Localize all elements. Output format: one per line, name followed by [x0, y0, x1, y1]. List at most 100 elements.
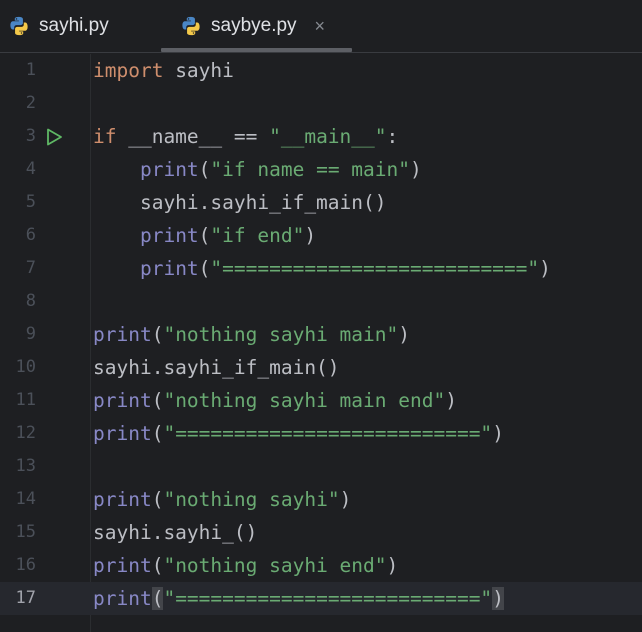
line-number: 12 [15, 423, 36, 443]
line-number: 8 [25, 291, 36, 311]
line-number: 2 [25, 93, 36, 113]
builtin-token: print [93, 422, 152, 445]
string-token: "if end" [210, 224, 305, 247]
python-icon [182, 16, 200, 36]
code-text: print("nothing sayhi main") [93, 318, 410, 351]
line-number: 16 [15, 555, 36, 575]
line-number: 14 [15, 489, 36, 509]
identifier-token: ( [151, 422, 164, 445]
line-number: 5 [25, 192, 36, 212]
identifier-token: sayhi.sayhi_if_main() [93, 356, 340, 379]
identifier-token: ) [386, 554, 399, 577]
line-number: 3 [25, 126, 36, 146]
identifier-token: ( [151, 389, 164, 412]
identifier-token: sayhi [163, 59, 234, 82]
code-line[interactable]: 3 if __name__ == "__main__": [0, 120, 642, 153]
code-text: print("==========================") [93, 417, 504, 450]
identifier-token: ) [339, 488, 352, 511]
tab-saybye[interactable]: saybye.py × [180, 0, 325, 52]
run-icon[interactable] [44, 127, 64, 147]
identifier-token: ( [198, 158, 211, 181]
line-number: 6 [25, 225, 36, 245]
code-line[interactable]: 8 [0, 285, 642, 318]
code-line[interactable]: 17 print("==========================") [0, 582, 642, 615]
tab-label: saybye.py [211, 15, 297, 36]
code-line[interactable]: 9 print("nothing sayhi main") [0, 318, 642, 351]
identifier-token: ) [445, 389, 457, 412]
string-token: "__main__" [269, 125, 387, 148]
identifier-token [93, 158, 140, 181]
line-number: 15 [15, 522, 36, 542]
line-number: 7 [25, 258, 36, 278]
builtin-token: print [93, 389, 152, 412]
code-text: print("==========================") [93, 582, 504, 615]
matched-paren: ( [151, 587, 164, 610]
line-number: 17 [15, 588, 36, 608]
identifier-token: ( [151, 488, 164, 511]
code-text: import sayhi [93, 54, 234, 87]
code-line[interactable]: 11 print("nothing sayhi main end") [0, 384, 642, 417]
identifier-token: sayhi.sayhi_() [93, 521, 258, 544]
builtin-token: print [139, 224, 199, 247]
code-line[interactable]: 14 print("nothing sayhi") [0, 483, 642, 516]
identifier-token: ( [151, 323, 164, 346]
identifier-token [93, 224, 140, 247]
identifier-token: sayhi.sayhi_if_main() [93, 191, 387, 214]
builtin-token: print [93, 323, 152, 346]
identifier-token: : [386, 125, 399, 148]
tab-sayhi[interactable]: sayhi.py [8, 0, 109, 52]
matched-paren: ) [492, 587, 504, 610]
identifier-token: ) [410, 158, 422, 181]
code-line[interactable]: 2 [0, 87, 642, 120]
code-line[interactable]: 12 print("==========================") [0, 417, 642, 450]
code-line[interactable]: 16 print("nothing sayhi end") [0, 549, 642, 582]
identifier-token: ) [398, 323, 411, 346]
code-text: print("==========================") [93, 252, 551, 285]
code-text: print("if name == main") [93, 153, 422, 186]
identifier-token: ( [198, 257, 211, 280]
identifier-token: __name__ == [116, 125, 270, 148]
string-token: "==========================" [163, 587, 493, 610]
line-number: 11 [15, 390, 36, 410]
identifier-token: ( [198, 224, 211, 247]
builtin-token: print [139, 158, 199, 181]
identifier-token: ( [151, 554, 164, 577]
string-token: "==========================" [210, 257, 540, 280]
code-line[interactable]: 15 sayhi.sayhi_() [0, 516, 642, 549]
code-line[interactable]: 4 print("if name == main") [0, 153, 642, 186]
tab-label: sayhi.py [39, 15, 109, 36]
code-line[interactable]: 5 sayhi.sayhi_if_main() [0, 186, 642, 219]
code-line[interactable]: 6 print("if end") [0, 219, 642, 252]
code-line[interactable]: 10 sayhi.sayhi_if_main() [0, 351, 642, 384]
code-text: if __name__ == "__main__": [93, 120, 398, 153]
code-text: print("nothing sayhi end") [93, 549, 398, 582]
builtin-token: print [139, 257, 199, 280]
string-token: "if name == main" [210, 158, 411, 181]
code-line[interactable]: 1 import sayhi [0, 54, 642, 87]
builtin-token: print [93, 488, 152, 511]
editor-tab-bar: sayhi.py saybye.py × [0, 0, 642, 53]
line-number: 9 [25, 324, 36, 344]
identifier-token: ) [539, 257, 551, 280]
string-token: "nothing sayhi main end" [163, 389, 446, 412]
code-text: sayhi.sayhi_() [93, 516, 257, 549]
string-token: "nothing sayhi end" [163, 554, 387, 577]
builtin-token: print [93, 587, 152, 610]
string-token: "nothing sayhi" [163, 488, 340, 511]
python-icon [10, 16, 28, 36]
code-text: print("nothing sayhi") [93, 483, 351, 516]
active-tab-indicator [161, 48, 352, 52]
close-icon[interactable]: × [315, 16, 326, 37]
line-number: 10 [15, 357, 36, 377]
code-editor[interactable]: 1 import sayhi 2 3 if __name__ == "__main__"… [0, 54, 642, 632]
line-number: 4 [25, 159, 36, 179]
code-line[interactable]: 7 print("==========================") [0, 252, 642, 285]
keyword-token: import [93, 59, 164, 82]
identifier-token: ) [492, 422, 504, 445]
string-token: "==========================" [163, 422, 493, 445]
string-token: "nothing sayhi main" [163, 323, 399, 346]
code-line[interactable]: 13 [0, 450, 642, 483]
line-number: 13 [15, 456, 36, 476]
identifier-token: ) [304, 224, 317, 247]
code-text: print("if end") [93, 219, 316, 252]
